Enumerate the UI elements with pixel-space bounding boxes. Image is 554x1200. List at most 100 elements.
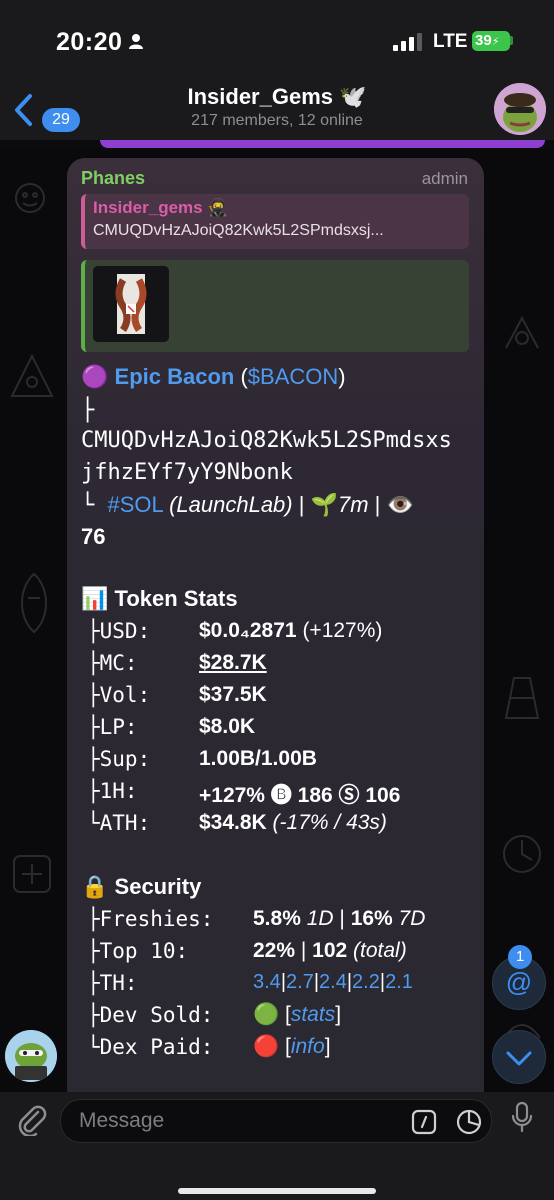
token-name-link[interactable]: Epic Bacon	[115, 364, 235, 389]
separator: |	[368, 492, 387, 517]
security-title: Security	[114, 874, 202, 899]
chain-line: └ #SOL (LaunchLab) | 🌱7m | 👁️	[81, 492, 414, 518]
stat-row-vol: ├Vol: $37.5K	[87, 683, 267, 708]
security-heading: 🔒 Security	[81, 874, 201, 900]
red-circle-icon: 🔴	[253, 1035, 280, 1058]
battery-tip	[510, 36, 513, 45]
sender-role-badge: admin	[421, 169, 468, 188]
green-circle-icon: 🟢	[253, 1003, 280, 1026]
message-input[interactable]: Message	[60, 1099, 492, 1143]
stat-key: ├Vol:	[87, 683, 151, 707]
link-preview[interactable]	[81, 260, 469, 352]
battery-indicator: 39⚡	[472, 31, 510, 51]
network-type: LTE	[433, 31, 468, 52]
stat-key: ├USD:	[87, 619, 151, 643]
stat-key: ├MC:	[87, 651, 138, 675]
seedling-icon: 🌱	[310, 492, 338, 517]
status-bar: 20:20 LTE 39⚡	[0, 0, 554, 80]
paperclip-icon[interactable]	[14, 1102, 48, 1136]
views-count: 76	[81, 524, 106, 549]
chat-title[interactable]: Insider_Gems 🕊️	[0, 84, 554, 110]
bracket-open: [	[279, 1003, 291, 1026]
charging-icon: ⚡	[491, 36, 500, 48]
top10-percent: 22%	[253, 939, 296, 962]
security-key: └Dex Paid:	[87, 1035, 214, 1059]
sticker-icon[interactable]	[456, 1109, 482, 1135]
total-label: (total)	[347, 939, 407, 962]
stats-link[interactable]: stats	[291, 1003, 335, 1026]
home-indicator	[178, 1188, 376, 1194]
group-avatar[interactable]	[494, 83, 546, 135]
stat-row-mc: ├MC: $28.7K	[87, 651, 267, 676]
chat-area[interactable]: Phanes admin Insider_gems 🥷 CMUQDvHzAJoi…	[0, 148, 554, 1092]
security-row-freshies: ├Freshies: 5.8% 1D | 16% 7D	[87, 907, 425, 932]
bar-chart-icon: 📊	[81, 586, 109, 611]
market-cap-link[interactable]: $28.7K	[199, 651, 267, 675]
doodle-icon	[21, 572, 47, 634]
reply-preview[interactable]: Insider_gems 🥷 CMUQDvHzAJoiQ82Kwk5L2SPmd…	[81, 194, 469, 249]
top-holder-link[interactable]: 2.4	[319, 971, 347, 993]
token-title-line: 🟣 Epic Bacon ($BACON)	[81, 364, 346, 390]
security-key: ├Top 10:	[87, 939, 189, 963]
chain-hashtag[interactable]: #SOL	[108, 492, 163, 517]
token-image[interactable]	[93, 266, 169, 342]
security-key: ├Dev Sold:	[87, 1003, 214, 1027]
message-bubble[interactable]: Phanes admin Insider_gems 🥷 CMUQDvHzAJoi…	[67, 158, 484, 1092]
stat-extra: (-17% / 43s)	[266, 811, 387, 834]
security-key: ├Freshies:	[87, 907, 214, 931]
bot-command-icon[interactable]	[411, 1109, 437, 1135]
microphone-icon[interactable]	[510, 1101, 534, 1133]
contract-address-line-2[interactable]: jfhzEYf7yY9Nbonk	[81, 460, 293, 485]
ticker-link[interactable]: $BACON	[248, 364, 338, 389]
message-input-bar: Message	[0, 1092, 554, 1200]
doodle-icon	[505, 315, 539, 349]
launchpad: (LaunchLab)	[169, 492, 293, 517]
pepe-avatar-icon	[494, 83, 546, 135]
address-branch: ├	[81, 398, 95, 423]
info-link[interactable]: info	[291, 1035, 325, 1058]
message-sender[interactable]: Phanes	[81, 168, 145, 189]
message-placeholder: Message	[79, 1109, 165, 1132]
holders-total: 102	[312, 939, 348, 962]
reply-text: CMUQDvHzAJoiQ82Kwk5L2SPmdsxsj...	[93, 222, 384, 239]
bracket-close: ]	[324, 1035, 331, 1058]
doodle-icon	[15, 183, 45, 213]
stat-value: 1.00B/1.00B	[199, 747, 317, 770]
status-time: 20:20	[56, 28, 123, 56]
stat-key: ├1H:	[87, 779, 138, 803]
chat-subtitle: 217 members, 12 online	[191, 112, 363, 129]
stat-row-usd: ├USD: $0.0₄2871 (+127%)	[87, 619, 382, 644]
stat-row-lp: ├LP: $8.0K	[87, 715, 255, 740]
battery-level: 39	[475, 32, 492, 49]
scroll-down-button[interactable]	[492, 1030, 546, 1084]
at-icon: @	[505, 967, 533, 997]
sender-avatar[interactable]	[5, 1030, 57, 1082]
top-holder-link[interactable]: 2.1	[385, 971, 413, 993]
separator: |	[292, 492, 311, 517]
contract-address-line-1[interactable]: CMUQDvHzAJoiQ82Kwk5L2SPmdsxs	[81, 428, 452, 453]
bacon-image-icon	[93, 266, 169, 342]
doodle-icon	[10, 353, 54, 397]
chain-branch: └	[81, 493, 108, 518]
security-row-th: ├TH: 3.4|2.7|2.4|2.2|2.1	[87, 971, 413, 996]
chevron-down-icon	[506, 1051, 532, 1066]
security-row-top10: ├Top 10: 22% | 102 (total)	[87, 939, 407, 964]
doodle-icon	[503, 835, 541, 873]
stat-row-sup: ├Sup: 1.00B/1.00B	[87, 747, 317, 772]
top-holder-link[interactable]: 2.2	[352, 971, 380, 993]
security-row-dev-sold: ├Dev Sold: 🟢 [stats]	[87, 1003, 341, 1028]
stat-value: $34.8K	[199, 811, 267, 834]
separator: |	[295, 939, 313, 962]
stat-row-ath: └ATH: $34.8K (-17% / 43s)	[87, 811, 387, 836]
freshies-1d: 5.8%	[253, 907, 301, 930]
purple-circle-icon: 🟣	[81, 364, 109, 389]
period-7d: 7D	[392, 907, 426, 930]
pepe-laptop-avatar-icon	[5, 1030, 57, 1082]
top-holder-link[interactable]: 2.7	[286, 971, 314, 993]
ticker-open: (	[234, 364, 248, 389]
stat-row-1h: ├1H: +127% 🅑 186 Ⓢ 106	[87, 779, 400, 807]
person-icon	[129, 34, 143, 49]
stat-value: +127% 🅑 186 Ⓢ 106	[199, 784, 401, 807]
token-age: 7m	[337, 492, 369, 517]
top-holder-link[interactable]: 3.4	[253, 971, 281, 993]
